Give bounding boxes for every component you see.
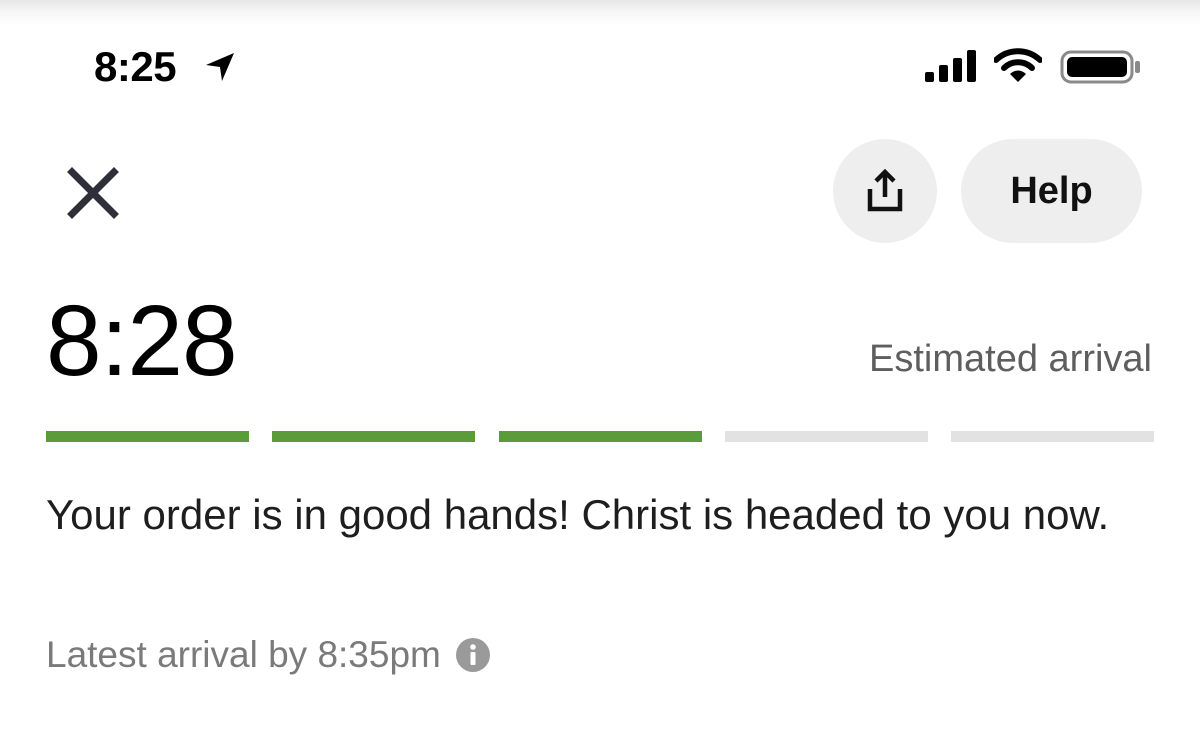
- latest-arrival-text: Latest arrival by 8:35pm: [46, 634, 441, 675]
- estimated-arrival-time: 8:28: [46, 285, 238, 397]
- latest-arrival-row: Latest arrival by 8:35pm: [46, 632, 491, 678]
- progress-step-pending: [724, 431, 928, 442]
- top-shadow: [0, 0, 1200, 26]
- share-button[interactable]: [833, 139, 937, 243]
- cellular-signal-icon: [925, 50, 976, 82]
- order-tracking-screen: 8:25 Help 8:28 Estimated arrival Your or…: [0, 0, 1200, 736]
- location-arrow-icon: [206, 53, 234, 81]
- wifi-icon: [994, 48, 1042, 82]
- order-status-message: Your order is in good hands! Christ is h…: [46, 491, 1110, 538]
- progress-step-pending: [951, 431, 1154, 442]
- estimated-arrival-label: Estimated arrival: [869, 338, 1152, 380]
- status-bar-time: 8:25: [94, 43, 177, 90]
- battery-icon: [1060, 50, 1140, 84]
- info-icon[interactable]: [455, 637, 491, 673]
- share-icon: [867, 169, 903, 212]
- close-button[interactable]: [58, 160, 128, 226]
- progress-step-completed: [272, 431, 476, 442]
- close-icon: [67, 167, 119, 219]
- progress-step-completed: [498, 431, 702, 442]
- progress-step-completed: [46, 431, 249, 442]
- help-button[interactable]: Help: [961, 139, 1142, 243]
- delivery-progress-bar: [46, 431, 1154, 442]
